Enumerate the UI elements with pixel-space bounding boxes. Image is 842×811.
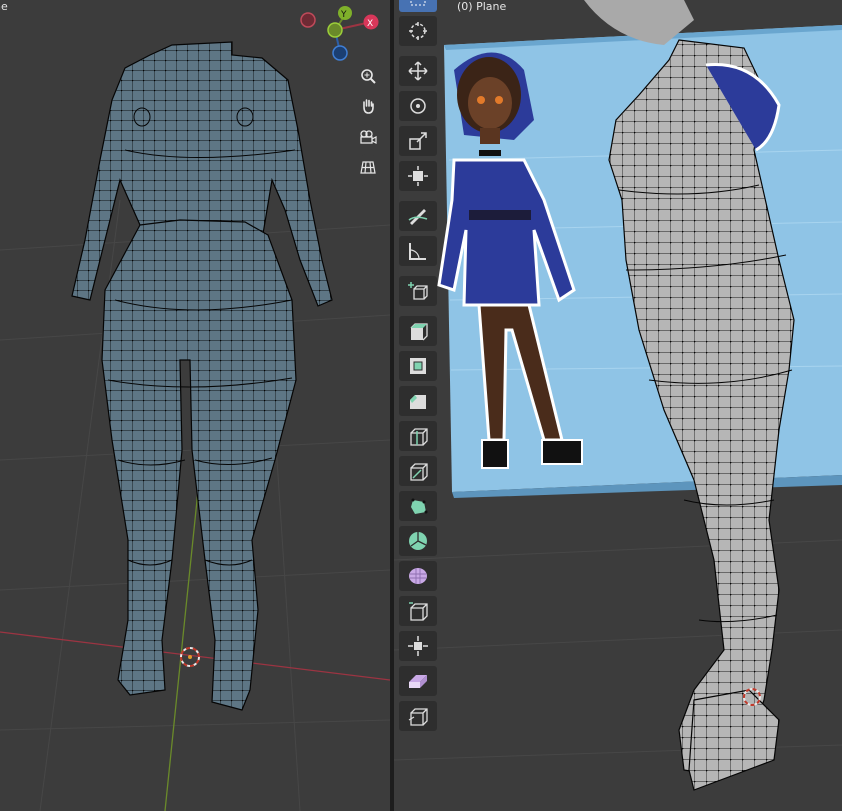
transform-icon — [408, 166, 428, 186]
x-axis-label: X — [367, 19, 373, 29]
tool-knife[interactable] — [399, 456, 437, 486]
zoom-icon — [361, 69, 376, 84]
tool-smooth[interactable] — [399, 561, 437, 591]
bevel-icon — [410, 395, 426, 409]
tool-rip[interactable] — [399, 701, 437, 731]
ortho-grid-icon — [360, 161, 376, 174]
neg-z-axis-ball[interactable] — [332, 45, 348, 61]
tool-add-cube[interactable] — [399, 276, 437, 306]
shrink-fatten-icon — [408, 636, 428, 656]
cursor-icon — [409, 22, 427, 40]
rip-icon — [408, 708, 428, 726]
extrude-icon — [410, 323, 428, 341]
smooth-icon — [409, 568, 427, 584]
pan-hand-icon — [363, 99, 374, 114]
tool-spin[interactable] — [399, 526, 437, 556]
select-box-icon — [410, 0, 426, 6]
viewport-front[interactable]: ne Y X — [0, 0, 390, 811]
body-mesh-front — [71, 41, 333, 711]
tool-select-box[interactable] — [399, 0, 437, 12]
scale-icon — [409, 132, 427, 150]
tool-measure[interactable] — [399, 236, 437, 266]
tool-extrude[interactable] — [399, 316, 437, 346]
viewport-title: ne — [0, 0, 8, 13]
tool-annotate[interactable] — [399, 201, 437, 231]
navigation-gizmo[interactable]: Y X — [295, 0, 385, 70]
rotate-icon — [410, 98, 426, 114]
side-scene — [394, 0, 842, 791]
neg-x-axis-ball[interactable] — [300, 12, 316, 28]
poly-build-icon — [411, 498, 428, 514]
tool-scale[interactable] — [399, 126, 437, 156]
tool-shear[interactable] — [399, 666, 437, 696]
tool-rotate[interactable] — [399, 91, 437, 121]
ortho-toggle-button[interactable] — [355, 154, 381, 180]
shear-icon — [409, 675, 427, 688]
inset-icon — [410, 358, 426, 374]
knife-icon — [410, 463, 428, 481]
spin-icon — [409, 532, 427, 550]
tool-shrink-fatten[interactable] — [399, 631, 437, 661]
tool-move[interactable] — [399, 56, 437, 86]
viewport-side[interactable]: (0) Plane — [394, 0, 842, 811]
zoom-button[interactable] — [355, 63, 381, 89]
loop-cut-icon — [410, 428, 428, 446]
annotate-icon — [408, 209, 428, 225]
neg-y-axis-ball[interactable] — [327, 22, 343, 38]
tool-cursor[interactable] — [399, 16, 437, 46]
3d-cursor[interactable] — [180, 647, 200, 667]
tool-inset[interactable] — [399, 351, 437, 381]
measure-icon — [409, 243, 426, 260]
camera-view-button[interactable] — [355, 124, 381, 150]
edge-slide-icon — [409, 602, 428, 621]
tool-edge-slide[interactable] — [399, 596, 437, 626]
add-cube-icon — [408, 282, 428, 300]
tool-loop-cut[interactable] — [399, 421, 437, 451]
tool-transform[interactable] — [399, 161, 437, 191]
y-axis-label: Y — [340, 10, 347, 20]
viewport-title: (0) Plane — [457, 0, 507, 13]
front-scene — [0, 41, 390, 811]
camera-icon — [360, 130, 377, 144]
move-icon — [408, 61, 428, 81]
pan-button[interactable] — [355, 93, 381, 119]
tool-bevel[interactable] — [399, 386, 437, 416]
tool-poly-build[interactable] — [399, 491, 437, 521]
